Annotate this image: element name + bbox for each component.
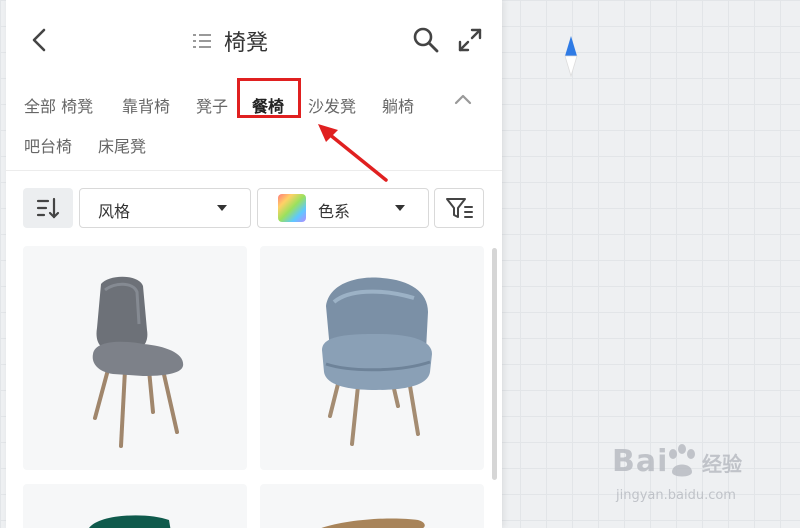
highlight-box	[237, 78, 301, 118]
filter-settings-button[interactable]	[434, 188, 484, 228]
sort-icon	[36, 197, 60, 219]
color-swatch	[278, 194, 306, 222]
page-title: 椅凳	[224, 31, 269, 56]
compass-icon[interactable]	[561, 34, 581, 78]
paw-icon	[669, 444, 695, 477]
color-dropdown[interactable]: 色系	[257, 188, 429, 228]
category-bed-end-stool[interactable]: 床尾凳	[98, 133, 146, 157]
product-card[interactable]	[260, 484, 484, 528]
category-stool[interactable]: 凳子	[196, 93, 228, 117]
product-card[interactable]	[23, 484, 247, 528]
product-image-grey-chair	[92, 276, 184, 448]
product-image-wood-chair	[321, 518, 425, 528]
chevron-left-icon	[32, 28, 46, 52]
filter-settings-icon	[446, 198, 473, 218]
scrollbar[interactable]	[492, 248, 497, 480]
product-image-green-chair	[89, 515, 171, 528]
category-lounge-chair[interactable]: 躺椅	[382, 93, 414, 117]
search-button[interactable]	[412, 26, 440, 54]
title-group: 椅凳	[192, 24, 268, 58]
product-card[interactable]	[23, 246, 247, 470]
product-image-blue-chair	[322, 277, 432, 446]
furniture-panel: 椅凳 全部 椅凳 靠背椅 凳子 餐椅 沙发凳 躺椅 吧台椅 床尾凳 风格 色系	[6, 0, 502, 528]
panel-header: 椅凳	[6, 0, 502, 80]
baidu-watermark: Bai 经验 jingyan.baidu.com	[612, 444, 742, 503]
category-bar-chair[interactable]: 吧台椅	[24, 133, 72, 157]
product-grid	[6, 246, 502, 528]
list-icon	[193, 34, 211, 48]
search-icon	[413, 27, 439, 53]
chevron-up-icon	[454, 94, 472, 105]
product-card[interactable]	[260, 246, 484, 470]
caret-down-icon	[217, 205, 227, 211]
filter-bar: 风格 色系	[6, 188, 502, 230]
style-dropdown[interactable]: 风格	[79, 188, 251, 228]
divider	[6, 170, 502, 171]
expand-button[interactable]	[456, 26, 484, 54]
category-backrest-chair[interactable]: 靠背椅	[122, 93, 170, 117]
category-sofa-stool[interactable]: 沙发凳	[308, 93, 356, 117]
sort-button[interactable]	[23, 188, 73, 228]
annotation-arrow	[318, 124, 388, 182]
category-all[interactable]: 全部 椅凳	[24, 93, 93, 117]
expand-icon	[458, 28, 482, 52]
caret-down-icon	[395, 205, 405, 211]
back-button[interactable]	[28, 26, 52, 54]
collapse-categories-button[interactable]	[452, 88, 474, 110]
